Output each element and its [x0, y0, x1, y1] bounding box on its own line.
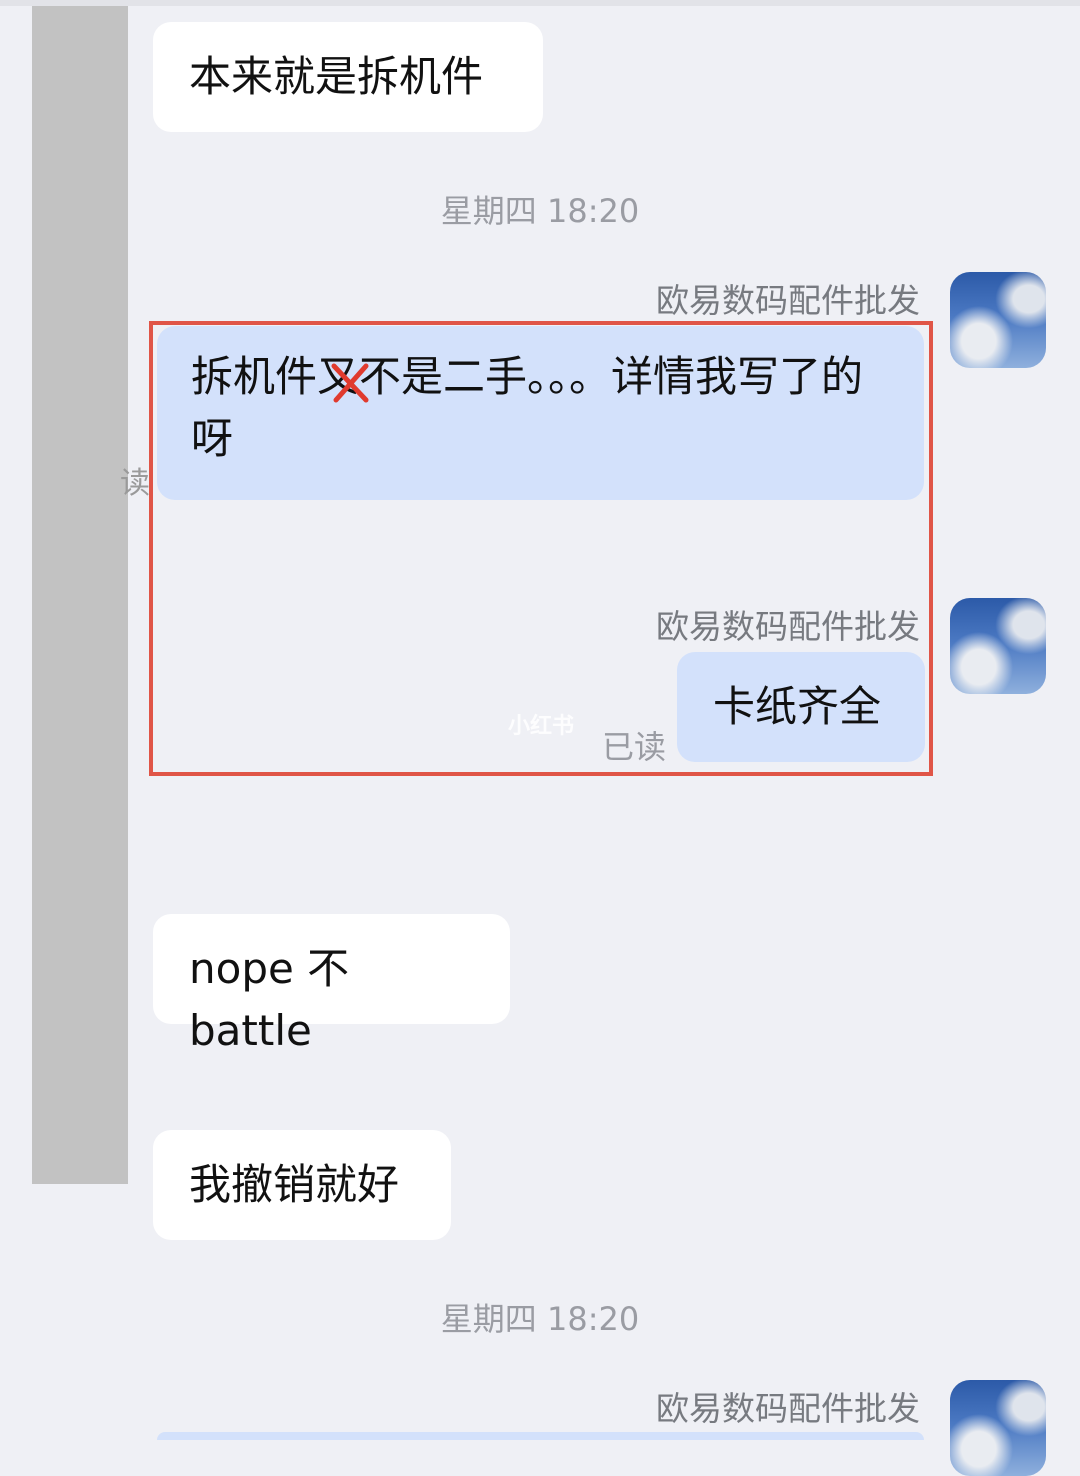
highlight-box [149, 321, 933, 776]
partial-read-status: 读 [120, 466, 150, 501]
message-bubble-incoming[interactable]: 我撤销就好 [153, 1130, 451, 1240]
message-bubble-incoming[interactable]: nope 不 battle [153, 914, 510, 1055]
timestamp: 星期四 18:20 [440, 1300, 640, 1338]
message-text: nope 不 battle [189, 944, 350, 1055]
message-text: 本来就是拆机件 [189, 52, 484, 101]
sender-avatar[interactable] [950, 272, 1046, 368]
message-bubble-outgoing[interactable] [157, 1432, 924, 1440]
top-divider [0, 0, 1080, 6]
message-bubble-incoming[interactable]: 本来就是拆机件 [153, 22, 543, 132]
message-text: 我撤销就好 [189, 1160, 400, 1209]
sender-avatar[interactable] [950, 1380, 1046, 1476]
timestamp: 星期四 18:20 [440, 192, 640, 230]
sender-name: 欧易数码配件批发 [656, 1389, 920, 1428]
sender-avatar[interactable] [950, 598, 1046, 694]
sender-name: 欧易数码配件批发 [656, 281, 920, 320]
redacted-avatar-column [32, 6, 128, 1184]
